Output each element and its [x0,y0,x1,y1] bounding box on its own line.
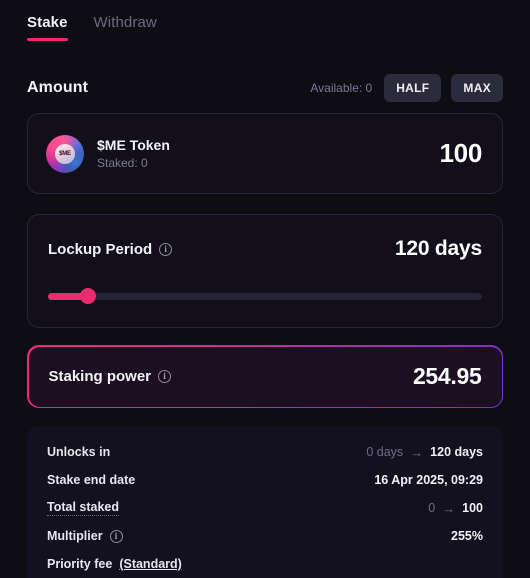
slider-track[interactable] [48,293,482,300]
staking-power-card: Staking power i 254.95 [27,345,503,408]
detail-row-unlocks-in: Unlocks in 0 days → 120 days [47,438,483,466]
details-panel: Unlocks in 0 days → 120 days Stake end d… [27,426,503,578]
detail-key-text: Unlocks in [47,445,111,459]
detail-to-value: 16 Apr 2025, 09:29 [374,473,483,487]
detail-key-text: Total staked [47,500,120,516]
lockup-label-text: Lockup Period [48,240,153,258]
stake-panel: Stake Withdraw Amount Available: 0 HALF … [0,0,530,578]
detail-key-text: Priority fee [47,557,113,571]
info-icon[interactable]: i [109,529,123,543]
detail-key-text: Stake end date [47,473,136,487]
detail-row-priority-fee: Priority fee (Standard) [47,550,483,578]
page-title: Amount [27,79,89,96]
detail-from-value: 0 [428,501,436,515]
slider-thumb[interactable] [79,288,96,304]
amount-actions: Available: 0 HALF MAX [310,74,503,102]
info-icon[interactable]: i [158,370,172,383]
detail-to-value: 255% [451,529,483,543]
info-icon[interactable]: i [159,242,173,256]
priority-fee-link[interactable]: (Standard) [119,557,182,571]
tab-stake[interactable]: Stake [27,14,68,43]
arrow-right-icon: → [410,444,424,460]
detail-key: Priority fee (Standard) [47,557,182,571]
detail-to-value: 120 days [430,445,483,459]
detail-value: 16 Apr 2025, 09:29 [374,473,483,487]
token-staked-label: Staked: 0 [97,156,148,170]
staking-power-value: 254.95 [412,363,482,389]
lockup-period-label: Lockup Period i [48,240,173,258]
token-name: $ME Token [97,137,170,153]
lockup-period-slider[interactable] [48,288,482,304]
detail-row-multiplier: Multiplier i 255% [47,522,483,550]
token-amount-card[interactable]: $ME $ME Token Staked: 0 100 [27,113,503,194]
staking-power-label-text: Staking power [48,368,152,385]
detail-key: Multiplier i [47,529,123,543]
detail-from-value: 0 days [366,445,404,459]
detail-value: 255% [451,529,483,543]
tab-withdraw[interactable]: Withdraw [94,14,157,43]
detail-key-text: Multiplier [47,529,103,543]
max-button[interactable]: MAX [451,74,503,102]
detail-to-value: 100 [462,501,483,515]
detail-key[interactable]: Total staked [47,500,120,516]
me-token-logo-icon: $ME [46,134,84,173]
detail-value: 0 → 100 [428,501,483,516]
tab-bar: Stake Withdraw [27,14,157,43]
half-button[interactable]: HALF [384,74,442,102]
amount-input-value[interactable]: 100 [440,138,483,169]
token-meta: $ME Token Staked: 0 [97,137,170,170]
amount-header: Amount Available: 0 HALF MAX [27,74,503,102]
detail-key: Unlocks in [47,445,110,459]
staking-power-label: Staking power i [49,368,172,385]
lockup-header-row: Lockup Period i 120 days [48,237,482,261]
token-logo-text: $ME [59,150,71,157]
lockup-period-card: Lockup Period i 120 days [27,214,503,328]
detail-value: 0 days → 120 days [366,445,483,460]
arrow-right-icon: → [442,500,456,516]
available-balance-label: Available: 0 [310,81,373,95]
lockup-period-value: 120 days [394,237,482,260]
detail-row-stake-end-date: Stake end date 16 Apr 2025, 09:29 [47,466,483,494]
staking-power-inner: Staking power i 254.95 [28,346,502,407]
detail-key: Stake end date [47,473,135,487]
detail-row-total-staked: Total staked 0 → 100 [47,494,483,522]
